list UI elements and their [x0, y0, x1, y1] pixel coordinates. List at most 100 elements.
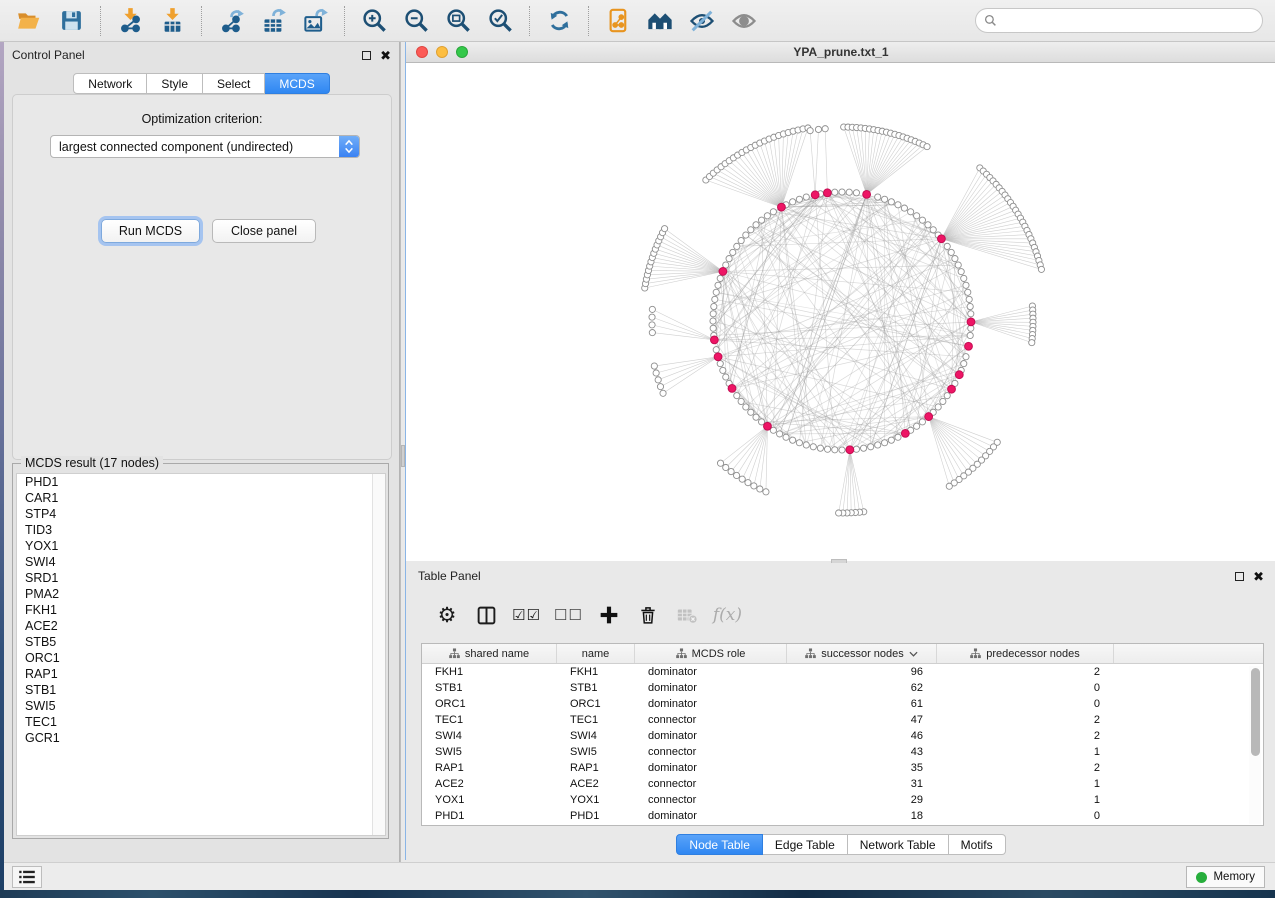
column-header-shared-name[interactable]: shared name [422, 644, 557, 663]
network-node[interactable] [824, 446, 830, 452]
open-file-icon[interactable] [12, 6, 46, 36]
network-node[interactable] [967, 303, 973, 309]
mcds-result-item[interactable]: PHD1 [17, 474, 385, 490]
network-node[interactable] [753, 414, 759, 420]
network-node[interactable] [712, 296, 718, 302]
mcds-result-item[interactable]: ORC1 [17, 650, 385, 666]
cell-successor-nodes[interactable]: 62 [787, 682, 937, 694]
network-node[interactable] [901, 205, 907, 211]
mcds-hub-node[interactable] [764, 422, 772, 430]
network-node[interactable] [882, 196, 888, 202]
cell-predecessor-nodes[interactable]: 0 [937, 810, 1114, 822]
network-node[interactable] [748, 409, 754, 415]
mcds-result-item[interactable]: CAR1 [17, 490, 385, 506]
network-satellite-node[interactable] [649, 314, 655, 320]
open-in-cytoscape-web-icon[interactable] [601, 6, 635, 36]
zoom-selected-icon[interactable] [483, 6, 517, 36]
network-node[interactable] [730, 249, 736, 255]
table-settings-gear-icon[interactable]: ⚙ [434, 600, 460, 630]
cell-shared-name[interactable]: ORC1 [422, 698, 557, 710]
network-node[interactable] [958, 269, 964, 275]
network-node[interactable] [753, 222, 759, 228]
mcds-result-item[interactable]: PMA2 [17, 586, 385, 602]
network-node[interactable] [908, 209, 914, 215]
select-all-columns-icon[interactable]: ☑☑ [512, 600, 541, 630]
network-node[interactable] [743, 404, 749, 410]
network-satellite-node[interactable] [815, 126, 821, 132]
network-satellite-node[interactable] [1038, 266, 1044, 272]
network-node[interactable] [734, 243, 740, 249]
network-satellite-node[interactable] [655, 377, 661, 383]
network-node[interactable] [853, 190, 859, 196]
cell-MCDS-role[interactable]: connector [635, 714, 787, 726]
network-node[interactable] [966, 296, 972, 302]
network-node[interactable] [743, 232, 749, 238]
network-node[interactable] [738, 398, 744, 404]
network-node[interactable] [796, 196, 802, 202]
network-node[interactable] [777, 431, 783, 437]
mcds-hub-node[interactable] [714, 353, 722, 361]
task-history-button[interactable] [12, 866, 42, 888]
network-node[interactable] [882, 440, 888, 446]
home-layout-icon[interactable] [643, 6, 677, 36]
cell-MCDS-role[interactable]: dominator [635, 762, 787, 774]
mcds-result-item[interactable]: SRD1 [17, 570, 385, 586]
network-node[interactable] [914, 213, 920, 219]
export-image-icon[interactable] [298, 6, 332, 36]
network-satellite-node[interactable] [1029, 340, 1035, 346]
search-input[interactable] [1002, 14, 1254, 28]
cell-MCDS-role[interactable]: dominator [635, 730, 787, 742]
cell-name[interactable]: ACE2 [557, 778, 635, 790]
tab-select[interactable]: Select [203, 73, 265, 94]
mcds-result-list[interactable]: PHD1CAR1STP4TID3YOX1SWI4SRD1PMA2FKH1ACE2… [16, 473, 386, 836]
network-satellite-node[interactable] [745, 480, 751, 486]
mcds-hub-node[interactable] [901, 429, 909, 437]
column-header-name[interactable]: name [557, 644, 635, 663]
mcds-hub-node[interactable] [846, 446, 854, 454]
mcds-hub-node[interactable] [863, 190, 871, 198]
mcds-hub-node[interactable] [710, 336, 718, 344]
cell-shared-name[interactable]: STB1 [422, 682, 557, 694]
network-node[interactable] [875, 194, 881, 200]
zoom-in-icon[interactable] [357, 6, 391, 36]
tab-node-table[interactable]: Node Table [676, 834, 763, 855]
network-node[interactable] [940, 398, 946, 404]
cell-predecessor-nodes[interactable]: 1 [937, 746, 1114, 758]
network-satellite-node[interactable] [651, 363, 657, 369]
mcds-hub-node[interactable] [778, 203, 786, 211]
network-satellite-node[interactable] [649, 329, 655, 335]
mcds-hub-node[interactable] [967, 318, 975, 326]
network-node[interactable] [930, 227, 936, 233]
mcds-hub-node[interactable] [955, 371, 963, 379]
zoom-fit-icon[interactable] [441, 6, 475, 36]
network-node[interactable] [919, 419, 925, 425]
cell-successor-nodes[interactable]: 18 [787, 810, 937, 822]
network-node[interactable] [832, 189, 838, 195]
cell-predecessor-nodes[interactable]: 2 [937, 730, 1114, 742]
network-node[interactable] [803, 442, 809, 448]
network-node[interactable] [875, 442, 881, 448]
close-panel-icon[interactable]: ✖ [380, 49, 391, 62]
table-row[interactable]: SWI4SWI4dominator462 [422, 728, 1263, 744]
network-node[interactable] [770, 209, 776, 215]
cell-name[interactable]: STB1 [557, 682, 635, 694]
network-node[interactable] [967, 332, 973, 338]
cell-name[interactable]: SWI4 [557, 730, 635, 742]
cell-successor-nodes[interactable]: 96 [787, 666, 937, 678]
cell-name[interactable]: YOX1 [557, 794, 635, 806]
tab-network-table[interactable]: Network Table [848, 834, 949, 855]
import-table-icon[interactable] [155, 6, 189, 36]
network-node[interactable] [713, 289, 719, 295]
cell-predecessor-nodes[interactable]: 2 [937, 666, 1114, 678]
search-field[interactable] [975, 8, 1263, 33]
cell-name[interactable]: PHD1 [557, 810, 635, 822]
cell-successor-nodes[interactable]: 47 [787, 714, 937, 726]
network-node[interactable] [914, 423, 920, 429]
mcds-result-item[interactable]: STB1 [17, 682, 385, 698]
network-node[interactable] [919, 217, 925, 223]
network-node[interactable] [868, 444, 874, 450]
table-row[interactable]: SWI5SWI5connector431 [422, 744, 1263, 760]
network-satellite-node[interactable] [946, 483, 952, 489]
network-node[interactable] [968, 311, 974, 317]
network-satellite-node[interactable] [661, 226, 667, 232]
